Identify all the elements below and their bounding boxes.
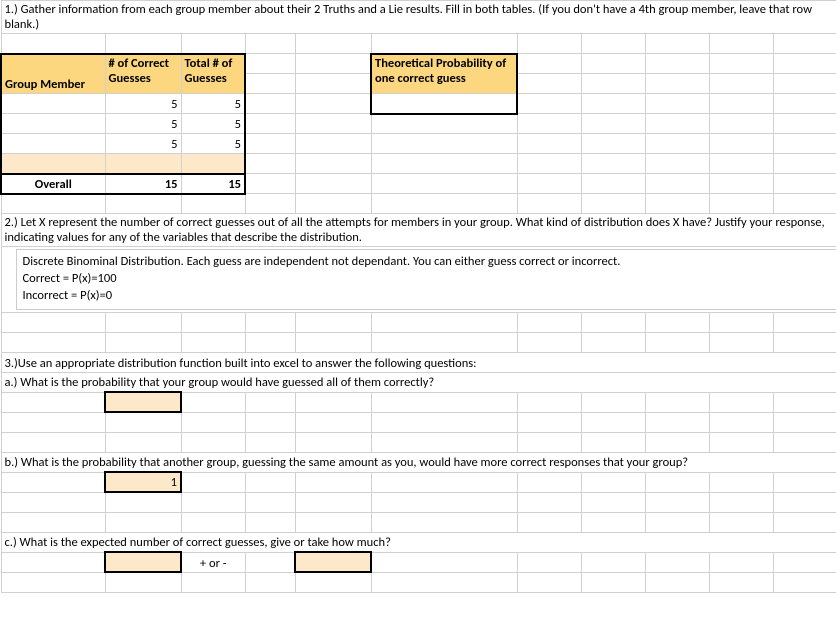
overall-correct[interactable]: 15 [105,174,181,194]
q3c-value1[interactable] [105,552,181,572]
correct-1[interactable]: 5 [105,94,181,114]
q3-text: 3.)Use an appropriate distribution funct… [1,352,836,372]
overall-total[interactable]: 15 [181,174,245,194]
total-2[interactable]: 5 [181,114,245,134]
q2-ans-3: Incorrect = P(x)=0 [23,288,830,305]
q2-ans-2: Correct = P(x)=100 [23,271,830,288]
correct-4[interactable] [105,154,181,174]
q3b-value[interactable]: 1 [105,472,181,492]
spreadsheet-grid: 1.) Gather information from each group m… [0,0,836,593]
total-4[interactable] [181,154,245,174]
overall-label: Overall [1,174,105,194]
hdr-group-member: Group Member [1,54,105,94]
hdr-correct: # of Correct Guesses [105,54,181,94]
total-3[interactable]: 5 [181,134,245,154]
q1-text: 1.) Gather information from each group m… [1,1,836,34]
member-2[interactable] [1,114,105,134]
correct-3[interactable]: 5 [105,134,181,154]
member-1[interactable] [1,94,105,114]
correct-2[interactable]: 5 [105,114,181,134]
q3c-sep: + or - [181,552,245,572]
q3a-text: a.) What is the probability that your gr… [1,372,836,392]
q3c-text: c.) What is the expected number of corre… [1,532,836,552]
q3b-text: b.) What is the probability that another… [1,452,836,472]
q2-text: 2.) Let X represent the number of correc… [1,214,836,247]
q2-ans-1: Discrete Binominal Distribution. Each gu… [23,254,830,271]
q3c-value2[interactable] [295,552,371,572]
hdr-theoretical: Theoretical Probability of one correct g… [371,54,517,94]
member-4[interactable] [1,154,105,174]
total-1[interactable]: 5 [181,94,245,114]
member-3[interactable] [1,134,105,154]
hdr-total: Total # of Guesses [181,54,245,94]
q3a-value[interactable] [105,392,181,412]
q2-answer-box[interactable]: Discrete Binominal Distribution. Each gu… [16,249,836,310]
theoretical-value[interactable] [371,94,517,114]
